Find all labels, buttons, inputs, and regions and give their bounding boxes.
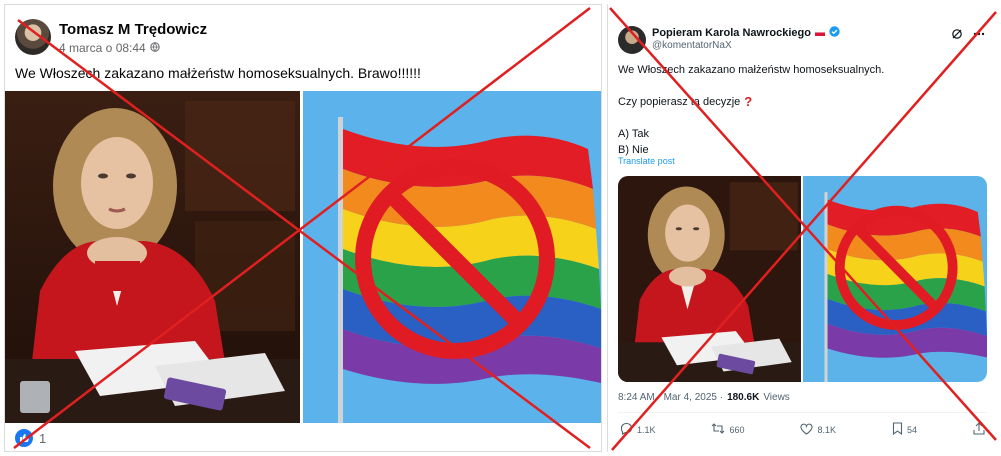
heart-icon xyxy=(800,423,814,437)
reply-icon xyxy=(620,422,633,437)
like-button[interactable]: 8.1K xyxy=(800,422,836,437)
post-date[interactable]: 4 marca o 08:44 xyxy=(59,41,146,55)
post-question: Czy popierasz tą decyzje ? xyxy=(618,94,884,110)
author-name[interactable]: Tomasz M Trędowicz xyxy=(59,21,207,38)
post-timestamp[interactable]: 8:24 AM · Mar 4, 2025 · xyxy=(618,392,723,403)
more-options-icon[interactable] xyxy=(973,28,985,43)
author-avatar[interactable] xyxy=(15,19,51,55)
author-name-row[interactable]: Popieram Karola Nawrockiego xyxy=(652,26,840,40)
x-post: Popieram Karola Nawrockiego @komentatorN… xyxy=(607,4,997,452)
post-top-actions xyxy=(951,28,985,43)
photo-woman[interactable] xyxy=(5,91,300,423)
post-stats: 8:24 AM · Mar 4, 2025 · 180.6K Views xyxy=(618,392,790,403)
question-text: Czy popierasz tą decyzje xyxy=(618,96,741,108)
views-count: 180.6K xyxy=(727,392,760,403)
reply-button[interactable]: 1.1K xyxy=(620,422,656,437)
grok-icon[interactable] xyxy=(951,28,963,43)
repost-count: 660 xyxy=(729,424,745,435)
views-label: Views xyxy=(763,392,790,403)
bookmark-count: 54 xyxy=(906,424,917,435)
post-meta: 4 marca o 08:44 xyxy=(59,41,160,55)
author-handle[interactable]: @komentatorNaX xyxy=(652,40,732,51)
reaction-count: 1 xyxy=(39,430,47,446)
post-line-1: We Włoszech zakazano małżeństw homoseksu… xyxy=(618,64,885,76)
bookmark-button[interactable]: 54 xyxy=(892,422,917,437)
repost-icon xyxy=(711,422,725,437)
reactions-bar[interactable]: 1 xyxy=(15,429,46,447)
like-icon xyxy=(15,429,33,447)
share-icon xyxy=(973,422,985,437)
divider xyxy=(618,412,987,413)
photo-woman[interactable] xyxy=(618,176,801,382)
bookmark-icon xyxy=(892,422,903,437)
author-name[interactable]: Popieram Karola Nawrockiego xyxy=(652,27,811,39)
post-text: We Włoszech zakazano małżeństw homoseksu… xyxy=(15,65,421,81)
globe-icon xyxy=(150,41,160,55)
polish-flag-icon xyxy=(814,27,826,39)
translate-post-link[interactable]: Translate post xyxy=(618,156,675,166)
repost-button[interactable]: 660 xyxy=(711,422,745,437)
photo-rainbow-flag[interactable] xyxy=(303,91,601,423)
red-question-mark-icon: ? xyxy=(744,94,753,109)
post-actions: 1.1K 660 8.1K 54 xyxy=(620,422,985,437)
facebook-post: Tomasz M Trędowicz 4 marca o 08:44 We Wł… xyxy=(4,4,602,452)
verified-badge-icon xyxy=(829,26,840,40)
photo-rainbow-flag[interactable] xyxy=(803,176,987,382)
share-button[interactable] xyxy=(973,422,985,437)
option-a: A) Tak xyxy=(618,128,649,140)
author-avatar[interactable] xyxy=(618,26,646,54)
post-text: We Włoszech zakazano małżeństw homoseksu… xyxy=(618,62,884,158)
like-count: 8.1K xyxy=(817,424,836,435)
reply-count: 1.1K xyxy=(637,424,656,435)
